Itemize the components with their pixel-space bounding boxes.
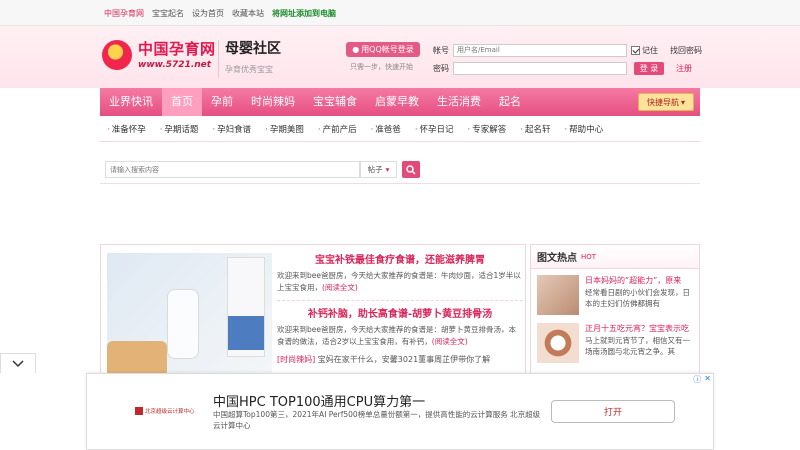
featured-photo[interactable] (107, 253, 272, 377)
hot-item-title: 日本妈妈的“超能力”，原来 (585, 276, 682, 285)
search-button[interactable] (402, 161, 420, 178)
list-item[interactable]: [时尚辣妈] 宝妈在家干什么，安馨3021董事周芷伊带你了解 (277, 354, 523, 365)
advertiser-logo: 北京超级云计算中心 (135, 407, 195, 415)
article-summary: 欢迎来到bee爸厨房，今天给大家推荐的食谱是：牛肉炒面，适合1岁半以上宝宝食用， (277, 271, 521, 292)
sub-nav: 准备怀孕 孕期话题 孕妇食谱 孕期美图 产前产后 准爸爸 怀孕日记 专家解答 起… (100, 116, 700, 142)
qq-login-hint: 只需一步，快速开始 (350, 63, 413, 71)
read-more-link[interactable]: (阅读全文) (432, 337, 468, 346)
chevron-down-icon (12, 359, 24, 367)
logo-mark (102, 40, 132, 70)
article-title[interactable]: 宝宝补铁最佳食疗食谱，还能滋养脾胃 (277, 251, 523, 266)
ad-banner[interactable]: ⓘ ✕ 北京超级云计算中心 中国HPC TOP100通用CPU算力第一 中国超算… (86, 373, 714, 450)
subnav-item[interactable]: 产前产后 (311, 123, 364, 135)
checkbox-checked-icon (631, 45, 640, 55)
nav-item-early-education[interactable]: 启蒙早教 (366, 88, 428, 116)
qq-icon: ● (352, 45, 360, 54)
set-homepage-link[interactable]: 设为首页 (192, 8, 224, 19)
hot-item-thumbnail (537, 323, 579, 363)
category-tag: [时尚辣妈] (277, 355, 316, 364)
bookmark-link[interactable]: 收藏本站 (232, 8, 264, 19)
search-scope-select[interactable]: 帖子 ▾ (360, 161, 397, 178)
subnav-item[interactable]: 起名轩 (513, 123, 557, 135)
hot-item[interactable]: 正月十五吃元宵？宝宝表示吃 马上就到元宵节了，相信又有一场南汤圆与北元宵之争。其 (537, 323, 697, 367)
qq-login-button[interactable]: ● 用QQ帐号登录 (346, 42, 420, 57)
site-link[interactable]: 中国孕育网 (104, 8, 144, 19)
ad-headline[interactable]: 中国HPC TOP100通用CPU算力第一 (213, 391, 425, 410)
nav-item-news[interactable]: 业界快讯 (100, 88, 162, 116)
collapse-ad-button[interactable] (0, 353, 36, 373)
subnav-item[interactable]: 帮助中心 (557, 123, 610, 135)
logo-url: www.5721.net (138, 60, 212, 70)
nav-item-baby-food[interactable]: 宝宝辅食 (304, 88, 366, 116)
ad-body: 中国超算Top100第三，2021年AI Perf500榜单总量份额第一，提供高… (213, 410, 541, 430)
nav-item-fashion-mom[interactable]: 时尚辣妈 (242, 88, 304, 116)
password-input[interactable] (453, 61, 627, 75)
nav-item-naming[interactable]: 起名 (490, 88, 530, 116)
login-form: 帐号 记住 找回密码 密码 登 录 注册 (433, 42, 702, 78)
ad-info-icon[interactable]: ⓘ (693, 374, 701, 385)
read-more-link[interactable]: (阅读全文) (322, 283, 358, 292)
hot-topics-panel: 图文热点 HOT 日本妈妈的“超能力”，原来 经常看日剧的小伙们会发现，日本的主… (530, 244, 700, 376)
search-bar: 帖子 ▾ (100, 150, 700, 184)
hot-topics-header: 图文热点 HOT (531, 245, 699, 269)
login-button[interactable]: 登 录 (634, 61, 664, 75)
hot-item-title: 正月十五吃元宵？宝宝表示吃 (585, 324, 689, 333)
article-item: 补钙补脑，助长高食谱-胡萝卜黄豆排骨汤 欢迎来到bee爸厨房，今天给大家推荐的食… (277, 300, 523, 348)
site-logo[interactable]: 中国孕育网 www.5721.net (102, 36, 222, 81)
header-divider (218, 40, 219, 78)
article-title[interactable]: 补钙补脑，助长高食谱-胡萝卜黄豆排骨汤 (277, 305, 523, 320)
nav-item-pre-pregnancy[interactable]: 孕前 (202, 88, 242, 116)
article-summary: 欢迎来到bee爸厨房，今天给大家推荐的食谱是：胡萝卜黄豆排骨汤，本食谱的做法，适… (277, 325, 516, 346)
hot-item[interactable]: 日本妈妈的“超能力”，原来 经常看日剧的小伙们会发现，日本的主妇们仿佛都拥有 (537, 275, 697, 319)
caret-down-icon: ▾ (385, 165, 390, 174)
nav-item-lifestyle[interactable]: 生活消费 (428, 88, 490, 116)
main-nav: 业界快讯 首页 孕前 时尚辣妈 宝宝辅食 启蒙早教 生活消费 起名 快捷导航 ▾ (100, 88, 700, 116)
subnav-item[interactable]: 准备怀孕 (100, 123, 153, 135)
search-input[interactable] (105, 161, 360, 178)
chevron-down-icon: ▾ (680, 97, 685, 107)
nav-item-home[interactable]: 首页 (162, 88, 202, 116)
list-item-text: 宝妈在家干什么，安馨3021董事周芷伊带你了解 (317, 355, 491, 364)
account-label: 帐号 (433, 45, 449, 55)
subnav-item[interactable]: 怀孕日记 (408, 123, 461, 135)
featured-articles: 宝宝补铁最佳食疗食谱，还能滋养脾胃 欢迎来到bee爸厨房，今天给大家推荐的食谱是… (100, 244, 526, 377)
subnav-item[interactable]: 专家解答 (461, 123, 514, 135)
account-input[interactable] (453, 43, 627, 57)
top-bar: 中国孕育网 宝宝起名 设为首页 收藏本站 将网址添加到电脑 (0, 0, 800, 26)
subnav-item[interactable]: 孕期美图 (258, 123, 311, 135)
hot-item-desc: 经常看日剧的小伙们会发现，日本的主妇们仿佛都拥有 (585, 288, 690, 308)
hot-item-desc: 马上就到元宵节了，相信又有一场南汤圆与北元宵之争。其 (585, 336, 690, 356)
hot-item-thumbnail (537, 275, 579, 315)
baby-naming-link[interactable]: 宝宝起名 (152, 8, 184, 19)
hot-badge: HOT (581, 252, 597, 261)
remember-checkbox[interactable]: 记住 (631, 45, 658, 56)
add-to-desktop-link[interactable]: 将网址添加到电脑 (272, 8, 336, 19)
register-link[interactable]: 注册 (676, 63, 692, 74)
subnav-item[interactable]: 孕期话题 (153, 123, 206, 135)
ad-open-button[interactable]: 打开 (551, 400, 675, 423)
subnav-item[interactable]: 孕妇食谱 (205, 123, 258, 135)
article-item: 宝宝补铁最佳食疗食谱，还能滋养脾胃 欢迎来到bee爸厨房，今天给大家推荐的食谱是… (277, 251, 523, 294)
community-title: 母婴社区 孕育优秀宝宝 (225, 41, 281, 74)
quick-nav-button[interactable]: 快捷导航 ▾ (638, 93, 694, 111)
forgot-password-link[interactable]: 找回密码 (670, 45, 702, 56)
close-icon[interactable]: ✕ (704, 374, 711, 385)
header: 中国孕育网 www.5721.net 母婴社区 孕育优秀宝宝 ● 用QQ帐号登录… (0, 26, 800, 88)
password-label: 密码 (433, 63, 449, 73)
search-icon (406, 164, 416, 175)
subnav-item[interactable]: 准爸爸 (364, 123, 408, 135)
logo-name: 中国孕育网 (138, 40, 216, 58)
